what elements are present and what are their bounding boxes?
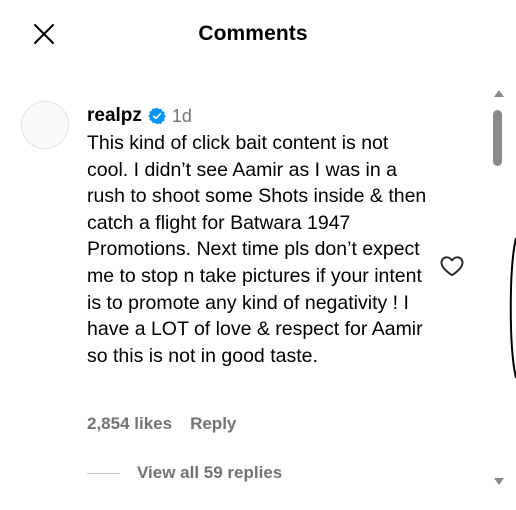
comment-header: realpz 1d — [87, 103, 437, 129]
reply-button[interactable]: Reply — [190, 412, 236, 436]
scrollbar[interactable] — [490, 86, 506, 492]
verified-badge-icon — [148, 107, 166, 125]
heart-outline-icon — [440, 256, 464, 277]
view-replies-label: View all 59 replies — [137, 463, 283, 482]
like-button[interactable] — [439, 253, 465, 279]
replies-divider — [87, 472, 120, 474]
comment-meta: 2,854 likes Reply — [87, 412, 236, 436]
scroll-down-arrow-icon[interactable] — [494, 478, 504, 485]
comment-timestamp[interactable]: 1d — [172, 103, 192, 129]
comments-header: Comments — [0, 0, 516, 70]
avatar[interactable] — [21, 101, 69, 149]
likes-count[interactable]: 2,854 likes — [87, 412, 172, 436]
comment-username[interactable]: realpz — [87, 103, 142, 129]
comment-text: This kind of click bait content is not c… — [87, 132, 427, 367]
background-edge-arc — [509, 238, 516, 378]
comment: realpz 1d This kind of click bait conten… — [87, 103, 437, 369]
scroll-up-arrow-icon[interactable] — [494, 90, 504, 97]
scrollbar-thumb[interactable] — [493, 110, 502, 166]
view-replies-button[interactable]: View all 59 replies — [87, 461, 282, 485]
page-title: Comments — [198, 22, 308, 45]
comments-panel: Comments realpz 1d This kind of click ba… — [0, 0, 516, 510]
